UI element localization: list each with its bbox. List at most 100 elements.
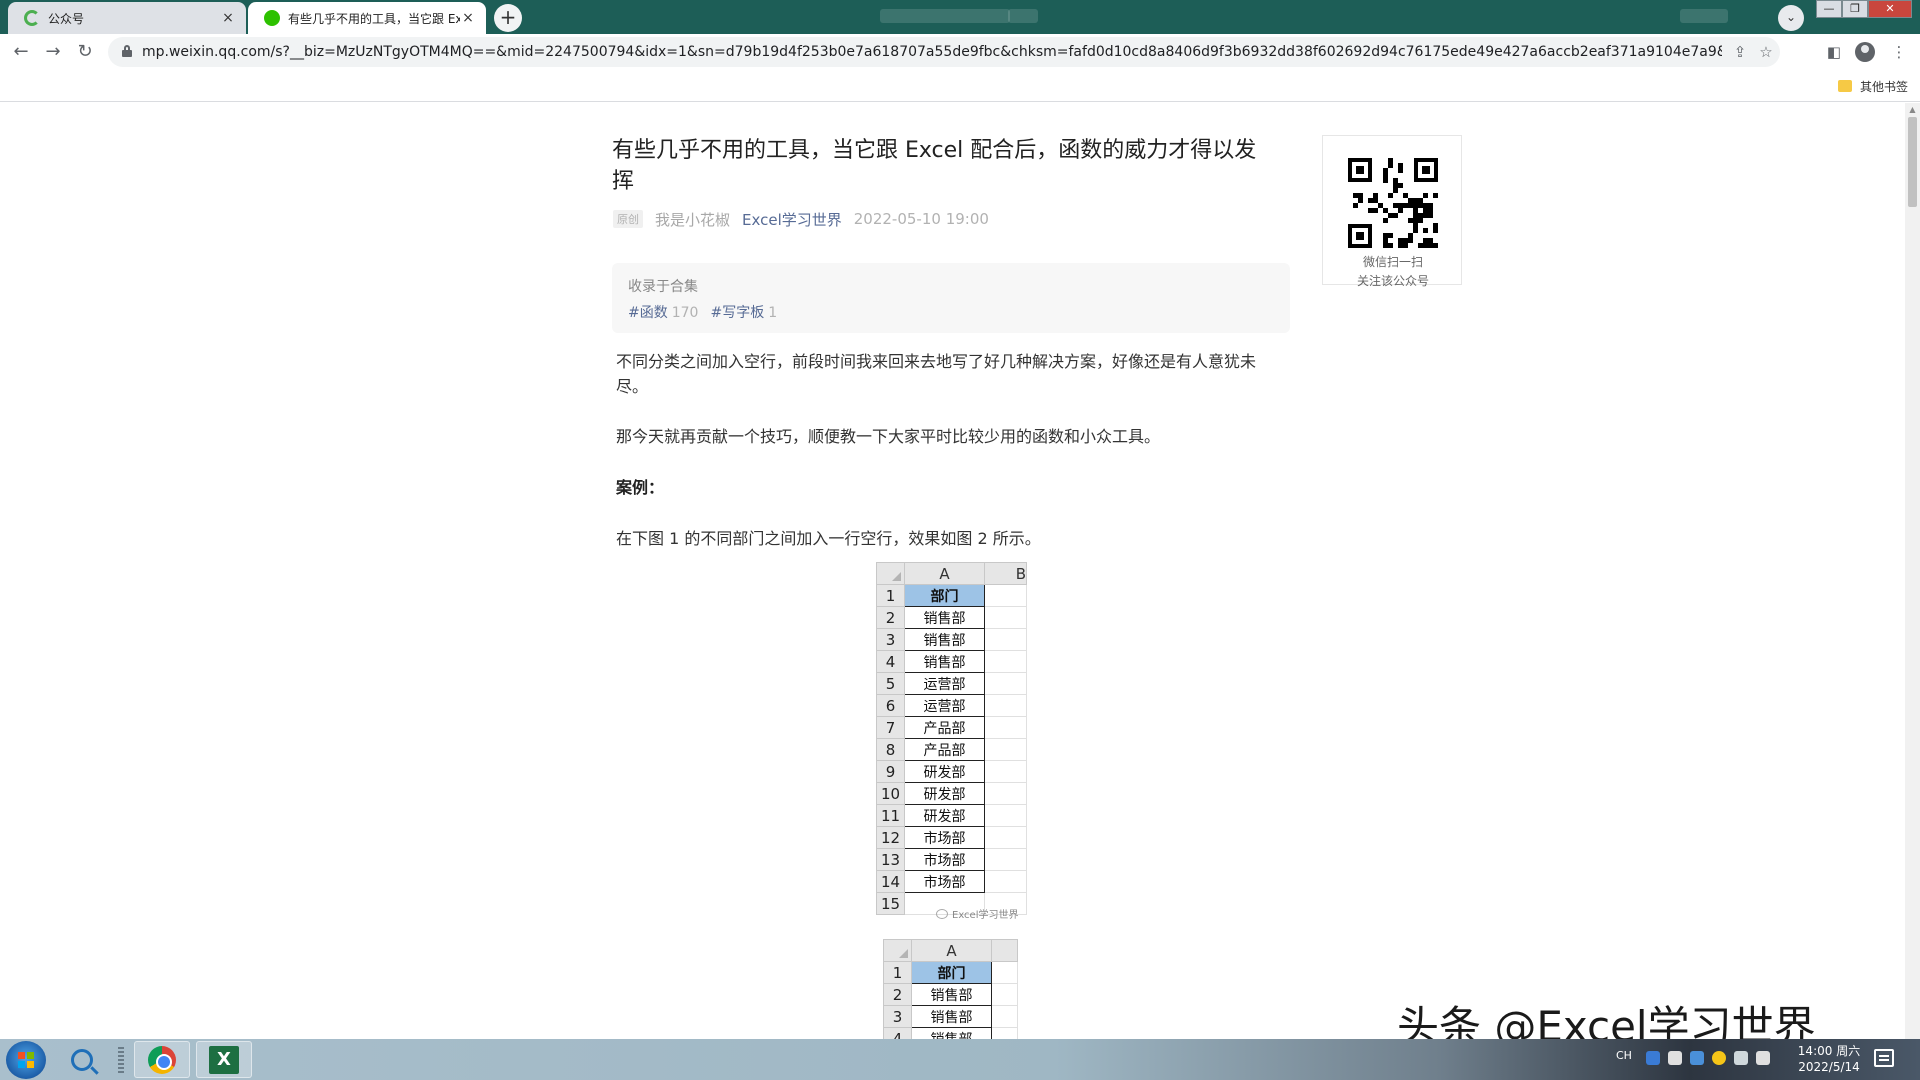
tray-app-icon[interactable] (1646, 1051, 1660, 1065)
album-box: 收录于合集 #函数 170 #写字板 1 (612, 263, 1290, 333)
taskbar-chrome[interactable] (134, 1041, 190, 1078)
data-cell: 销售部 (904, 650, 985, 673)
tab-strip: 公众号 × 有些几乎不用的工具，当它跟 Ex × + ⌄ — ❐ ✕ (0, 0, 1920, 34)
other-bookmarks-label: 其他书签 (1859, 79, 1908, 94)
qr-module (1433, 193, 1438, 198)
page-scrollbar[interactable]: ▲ (1905, 103, 1920, 1039)
taskbar-search[interactable] (54, 1041, 110, 1078)
chrome-icon (148, 1045, 176, 1074)
qr-module (1388, 243, 1393, 248)
qr-module (1418, 218, 1423, 223)
taskbar-excel[interactable]: X (196, 1041, 252, 1078)
sheet-row: 9 研发部 (876, 760, 1027, 783)
data-cell: 市场部 (904, 826, 985, 849)
row-number: 4 (883, 1027, 912, 1039)
input-method-indicator[interactable]: CH (1616, 1049, 1632, 1062)
empty-cell (984, 716, 1027, 739)
qr-module (1413, 228, 1418, 233)
new-tab-button[interactable]: + (494, 4, 522, 32)
minimize-button[interactable]: — (1816, 0, 1842, 18)
sheet-row: 1 部门 (876, 584, 1027, 607)
qr-caption-line1: 微信扫一扫 (1362, 255, 1423, 269)
empty-cell (984, 694, 1027, 717)
case-heading: 案例： (616, 478, 665, 497)
scroll-thumb[interactable] (1908, 117, 1917, 207)
address-bar[interactable]: mp.weixin.qq.com/s?__biz=MzUzNTgyOTM4MQ=… (108, 37, 1780, 67)
sheet-row: 10 研发部 (876, 782, 1027, 805)
data-cell: 市场部 (904, 870, 985, 893)
sheet-table: A 1部门2销售部3销售部4销售部 (883, 939, 1018, 1039)
url-text[interactable]: mp.weixin.qq.com/s?__biz=MzUzNTgyOTM4MQ=… (142, 37, 1722, 67)
qr-module (1398, 208, 1403, 213)
taskbar-clock[interactable]: 14:00 周六 2022/5/14 (1794, 1043, 1864, 1075)
empty-cell (984, 760, 1027, 783)
network-icon[interactable] (1734, 1051, 1748, 1065)
column-header: A (904, 562, 985, 585)
bookmarks-bar: 其他书签 (0, 70, 1920, 102)
row-number: 11 (876, 804, 905, 827)
sheet-row: 5 运营部 (876, 672, 1027, 695)
empty-cell (984, 848, 1027, 871)
tab-search-button[interactable]: ⌄ (1778, 5, 1804, 31)
row-number: 5 (876, 672, 905, 695)
row-number: 10 (876, 782, 905, 805)
excel-icon: X (209, 1045, 239, 1074)
qr-finder (1414, 158, 1438, 182)
close-window-button[interactable]: ✕ (1868, 0, 1912, 18)
share-icon[interactable]: ⇪ (1730, 42, 1750, 62)
qr-module (1383, 178, 1388, 183)
notification-center-icon[interactable] (1874, 1049, 1894, 1067)
tab-gongzhonghao[interactable]: 公众号 × (8, 2, 246, 34)
empty-cell (984, 870, 1027, 893)
blurred-window-title (1008, 9, 1038, 23)
empty-cell (984, 628, 1027, 651)
sheet-row: 1 部门 (883, 961, 1018, 984)
volume-icon[interactable] (1668, 1051, 1682, 1065)
forward-button[interactable]: → (41, 40, 65, 64)
sheet-table: A B 1 部门 2 销售部 3 销售部 4 销售部 5 运营部 6 运营部 7 产品部 8 产品部 9 研发部 1… (876, 562, 1027, 915)
data-cell: 产品部 (904, 716, 985, 739)
qr-module (1393, 213, 1398, 218)
row-number: 14 (876, 870, 905, 893)
row-number: 13 (876, 848, 905, 871)
watermark-logo-icon (936, 908, 948, 919)
column-header: A (911, 939, 992, 962)
bookmark-star-icon[interactable]: ☆ (1756, 42, 1776, 62)
data-cell: 销售部 (911, 983, 992, 1006)
empty-cell (984, 606, 1027, 629)
profile-avatar-icon[interactable] (1855, 42, 1875, 62)
other-bookmarks[interactable]: 其他书签 (1837, 76, 1908, 96)
tray-cloud-icon[interactable] (1690, 1051, 1704, 1065)
select-all-corner (876, 562, 905, 585)
empty-cell (984, 672, 1027, 695)
row-number: 12 (876, 826, 905, 849)
start-button[interactable] (6, 1041, 46, 1079)
maximize-button[interactable]: ❐ (1842, 0, 1868, 18)
qr-follow-card: 微信扫一扫 关注该公众号 (1322, 135, 1462, 288)
reload-button[interactable]: ↻ (73, 40, 97, 64)
qr-module (1373, 208, 1378, 213)
account-link[interactable]: Excel学习世界 (742, 209, 842, 230)
tab-close-icon[interactable]: × (220, 10, 236, 26)
blurred-profile-chip (1680, 9, 1728, 23)
lock-icon[interactable] (122, 45, 132, 57)
back-button[interactable]: ← (9, 40, 33, 64)
qr-module (1398, 168, 1403, 173)
tab-close-icon[interactable]: × (460, 10, 476, 26)
album-tag-functions[interactable]: #函数 170 (628, 302, 698, 322)
empty-cell (991, 1027, 1018, 1039)
tab-article[interactable]: 有些几乎不用的工具，当它跟 Ex × (248, 2, 486, 34)
wechat-favicon-icon (264, 10, 280, 26)
menu-icon[interactable]: ⋮ (1889, 42, 1909, 62)
row-number: 2 (876, 606, 905, 629)
side-panel-icon[interactable]: ◧ (1824, 42, 1844, 62)
tray-security-icon[interactable] (1712, 1051, 1726, 1065)
folder-icon (1837, 80, 1852, 92)
qr-module (1388, 163, 1393, 168)
scroll-up-arrow-icon[interactable]: ▲ (1908, 105, 1917, 114)
album-tag-wordpad[interactable]: #写字板 1 (710, 302, 777, 322)
row-number: 1 (883, 961, 912, 984)
speaker-icon[interactable] (1756, 1051, 1770, 1065)
qr-module (1403, 243, 1408, 248)
empty-cell (991, 983, 1018, 1006)
